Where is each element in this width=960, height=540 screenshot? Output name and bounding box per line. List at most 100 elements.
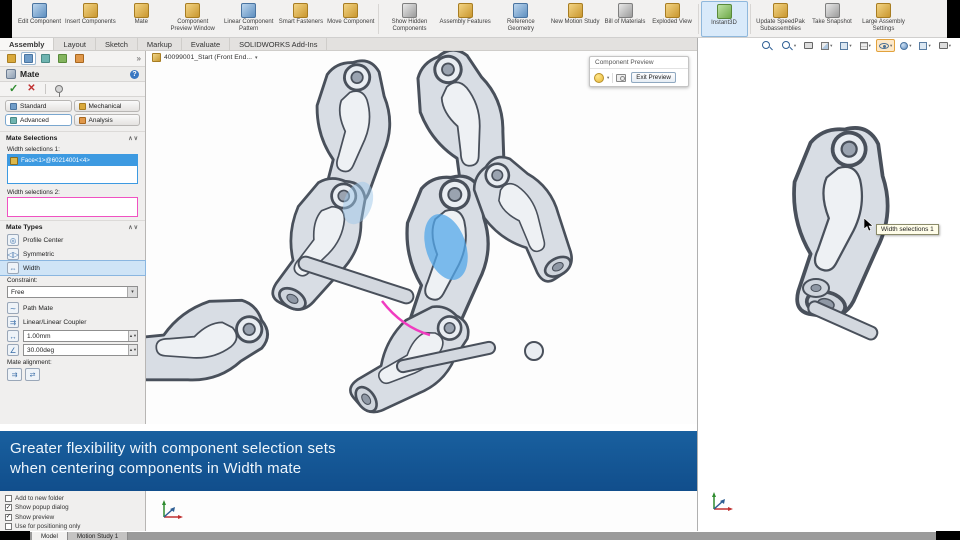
spinner-arrows[interactable]: ▲▼: [128, 331, 137, 341]
ribbon-button-label: Move Component: [327, 19, 375, 25]
ribbon-button-take-snapshot[interactable]: Take Snapshot: [809, 1, 856, 37]
ribbon-button-insert-components[interactable]: Insert Components: [63, 1, 118, 37]
ribbon-button-reference-geometry[interactable]: Reference Geometry: [493, 1, 549, 37]
option-add-to-new-folder[interactable]: Add to new folder: [5, 494, 140, 502]
apply-scene-icon[interactable]: ▾: [916, 39, 933, 52]
aligned-icon[interactable]: ⇉: [7, 368, 22, 381]
chevron-down-icon[interactable]: ▾: [794, 43, 796, 49]
collapse-icon[interactable]: ∧∨: [128, 135, 139, 142]
chevron-down-icon[interactable]: ▾: [909, 43, 911, 49]
keep-visible-pin-icon[interactable]: [54, 85, 63, 97]
checkbox[interactable]: ✓: [5, 504, 12, 511]
chevron-down-icon[interactable]: ▾: [928, 43, 930, 49]
section-title: Mate Selections: [6, 134, 58, 142]
option-use-for-positioning-only[interactable]: Use for positioning only: [5, 523, 140, 530]
tab-mechanical-mates[interactable]: Mechanical: [73, 100, 140, 112]
chevron-down-icon[interactable]: ▾: [949, 43, 951, 49]
ribbon-button-mate[interactable]: Mate: [118, 1, 165, 37]
motion-study-tab[interactable]: Motion Study 1: [67, 532, 129, 540]
tab-solidworks-add-ins[interactable]: SOLIDWORKS Add-Ins: [230, 38, 328, 50]
chevron-down-icon[interactable]: ▾: [849, 43, 851, 49]
constraint-dropdown[interactable]: Free ▾: [7, 286, 138, 298]
distance-input[interactable]: 1.00mm ▲▼: [23, 330, 138, 342]
chevron-down-icon[interactable]: ▾: [830, 43, 832, 49]
option-show-preview[interactable]: ✓ Show preview: [5, 513, 140, 521]
ribbon-button-edit-component[interactable]: Edit Component: [16, 1, 63, 37]
camera-icon[interactable]: [616, 73, 627, 82]
exit-preview-button[interactable]: Exit Preview: [631, 72, 676, 83]
section-view-icon[interactable]: ▾: [818, 39, 835, 52]
option-show-popup-dialog[interactable]: ✓ Show popup dialog: [5, 504, 140, 511]
ribbon-button-large-assembly-settings[interactable]: Large Assembly Settings: [856, 1, 912, 37]
scene-glyph: [919, 41, 928, 50]
propertymanager-tab-icon[interactable]: [21, 52, 36, 65]
mate-type-width[interactable]: ⇔ Width: [0, 260, 146, 276]
selected-face-item[interactable]: Face<1>@60214001<4>: [8, 155, 137, 166]
dimxpertmanager-tab-icon[interactable]: [55, 52, 70, 65]
preview-component-model[interactable]: [698, 52, 960, 512]
mate-type-path-mate[interactable]: ∼ Path Mate: [0, 301, 145, 315]
mate-type-linear-coupler[interactable]: ⇉ Linear/Linear Coupler: [0, 315, 145, 329]
section-title: Mate Types: [6, 223, 43, 231]
ribbon-button-new-motion-study[interactable]: New Motion Study: [549, 1, 602, 37]
ribbon-button-show-hidden-components[interactable]: Show Hidden Components: [381, 1, 437, 37]
distance-row: ↔ 1.00mm ▲▼: [0, 329, 145, 343]
mate-type-symmetric[interactable]: ◁▷ Symmetric: [0, 247, 145, 261]
mate-types-header[interactable]: Mate Types ∧∨: [0, 220, 145, 233]
edit-appearance-icon[interactable]: ▾: [897, 39, 914, 52]
ribbon-button-component-preview-window[interactable]: Component Preview Window: [165, 1, 221, 37]
zoom-to-area-icon[interactable]: ▾: [778, 39, 799, 52]
chevron-down-icon[interactable]: ▾: [255, 55, 258, 61]
anti-aligned-icon[interactable]: ⇄: [25, 368, 40, 381]
angle-input[interactable]: 30.00deg ▲▼: [23, 344, 138, 356]
tab-advanced-mates[interactable]: Advanced: [5, 114, 72, 126]
component-preview-pane[interactable]: ▾ ▾ ▾ ▾ ▾ ▾ ▾ ▾ Width selections 1: [697, 38, 960, 531]
tab-standard-mates[interactable]: Standard: [5, 100, 72, 112]
width-selections-2-listbox[interactable]: [7, 197, 138, 217]
linear-component-pattern-icon: [241, 3, 257, 18]
ribbon-button-instant3d[interactable]: Instant3D: [700, 1, 748, 37]
configurationmanager-tab-icon[interactable]: [38, 52, 53, 65]
document-tab[interactable]: 40099001_Start (Front End... ▾: [152, 53, 258, 62]
chevron-down-icon[interactable]: ▾: [869, 43, 871, 49]
tab-sketch[interactable]: Sketch: [96, 38, 138, 50]
chevron-down-icon[interactable]: ▾: [127, 287, 137, 297]
cancel-button[interactable]: ✕: [27, 84, 35, 94]
preview-component-icon[interactable]: [594, 72, 604, 83]
ribbon-button-exploded-view[interactable]: Exploded View: [649, 1, 696, 37]
mate-selections-header[interactable]: Mate Selections ∧∨: [0, 131, 145, 144]
chevron-down-icon[interactable]: ▾: [607, 75, 609, 81]
flyout-expand-icon[interactable]: »: [137, 54, 141, 63]
tab-evaluate[interactable]: Evaluate: [182, 38, 231, 50]
ribbon-button-move-component[interactable]: Move Component: [325, 1, 376, 37]
ribbon-button-linear-component-pattern[interactable]: Linear Component Pattern: [221, 1, 277, 37]
help-icon[interactable]: ?: [130, 69, 139, 79]
checkbox[interactable]: ✓: [5, 513, 12, 521]
featuremanager-tab-icon[interactable]: [4, 52, 19, 65]
previous-view-icon[interactable]: [801, 39, 816, 52]
mate-type-label: Path Mate: [23, 304, 54, 312]
chevron-down-icon[interactable]: ▾: [890, 43, 892, 49]
ok-button[interactable]: ✓: [9, 83, 18, 95]
checkbox[interactable]: [5, 494, 12, 502]
tab-assembly[interactable]: Assembly: [0, 38, 55, 50]
zoom-to-fit-icon[interactable]: [758, 39, 776, 52]
tab-analysis-mates[interactable]: Analysis: [73, 114, 140, 126]
collapse-icon[interactable]: ∧∨: [128, 224, 139, 231]
spinner-arrows[interactable]: ▲▼: [128, 345, 137, 355]
ribbon-button-assembly-features[interactable]: Assembly Features: [437, 1, 492, 37]
view-settings-icon[interactable]: ▾: [936, 39, 954, 52]
display-style-icon[interactable]: ▾: [857, 39, 874, 52]
tab-layout[interactable]: Layout: [54, 38, 96, 50]
ribbon-button-update-speedpak[interactable]: Update SpeedPak Subassemblies: [753, 1, 809, 37]
model-tab[interactable]: Model: [32, 532, 68, 540]
displaymanager-tab-icon[interactable]: [72, 52, 87, 65]
tab-markup[interactable]: Markup: [138, 38, 182, 50]
ribbon-button-bill-of-materials[interactable]: Bill of Materials: [602, 1, 649, 37]
ribbon-button-smart-fasteners[interactable]: Smart Fasteners: [277, 1, 325, 37]
width-selections-1-listbox[interactable]: Face<1>@60214001<4>: [7, 154, 138, 184]
view-orientation-icon[interactable]: ▾: [837, 39, 854, 52]
hide-show-items-icon[interactable]: ▾: [875, 39, 896, 52]
mate-type-profile-center[interactable]: ◎ Profile Center: [0, 233, 145, 247]
checkbox[interactable]: [5, 523, 12, 530]
